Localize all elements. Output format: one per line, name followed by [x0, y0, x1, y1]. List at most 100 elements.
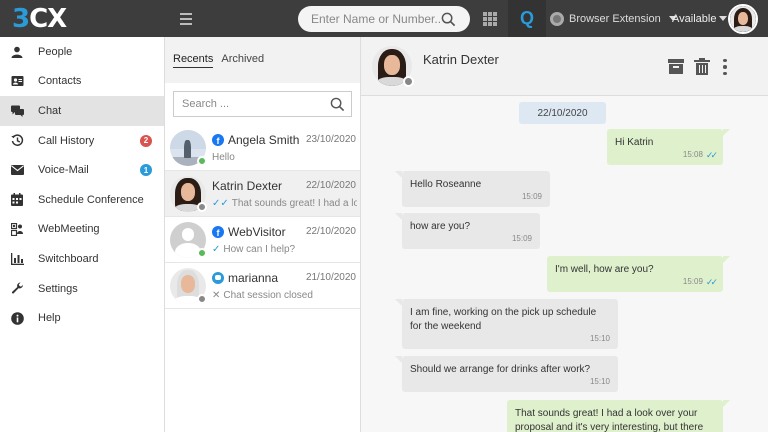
online-status-indicator — [197, 247, 207, 258]
message-time: 15:08 — [682, 150, 703, 159]
conversation-tabs: Recents Archived — [165, 37, 360, 83]
sidebar-item-settings[interactable]: Settings — [0, 274, 164, 304]
contact-card-icon — [10, 74, 24, 88]
conversation-date: 22/10/2020 — [305, 226, 356, 237]
sidebar-item-call-history[interactable]: Call History 2 — [0, 126, 164, 156]
sidebar-item-people[interactable]: People — [0, 37, 164, 67]
conversation-item-katrin-dexter[interactable]: Katrin Dexter 22/10/2020 ✓✓ That sounds g… — [165, 171, 360, 217]
contact-avatar[interactable] — [372, 46, 414, 87]
double-check-icon: ✓✓ — [212, 197, 229, 209]
sidebar-item-help[interactable]: Help — [0, 303, 164, 333]
sidebar-item-schedule-conference[interactable]: Schedule Conference — [0, 185, 164, 215]
sidebar-item-switchboard[interactable]: Switchboard — [0, 244, 164, 274]
message-bubble-incoming: I am fine, working on the pick up schedu… — [395, 299, 618, 349]
facebook-icon: f — [212, 225, 224, 238]
conversation-date: 21/10/2020 — [305, 272, 356, 283]
message-text: That sounds great! I had a look over you… — [515, 408, 704, 432]
message-bubble-outgoing: I'm well, how are you? 15:09 ✓✓ — [547, 256, 730, 292]
browser-extension-dropdown[interactable]: Browser Extension — [550, 0, 677, 37]
top-bar: 3CX Q Browser Extension Available — [0, 0, 768, 37]
message-bubble-outgoing: Hi Katrin 15:08 ✓✓ — [607, 129, 730, 165]
person-icon — [10, 45, 24, 59]
conversation-preview: That sounds great! I had a look over — [231, 197, 357, 209]
chat-bubbles-icon — [10, 104, 24, 118]
info-icon — [10, 311, 24, 325]
app-logo[interactable]: 3CX — [0, 0, 165, 37]
sidebar-item-label: Contacts — [38, 75, 82, 88]
message-text: Should we arrange for drinks after work? — [410, 364, 591, 375]
bar-chart-icon — [10, 252, 24, 266]
sidebar-item-label: Settings — [38, 282, 78, 295]
facebook-icon: f — [212, 133, 224, 146]
conversation-item-webvisitor[interactable]: f WebVisitor 22/10/2020 ✓ How can I help? — [165, 217, 360, 263]
chevron-down-icon — [719, 16, 728, 21]
message-bubble-outgoing: That sounds great! I had a look over you… — [507, 400, 730, 432]
sidebar-item-contacts[interactable]: Contacts — [0, 67, 164, 97]
status-label: Available — [672, 12, 717, 25]
search-icon[interactable] — [441, 12, 456, 27]
conversation-preview: Hello — [212, 151, 235, 163]
trash-icon[interactable] — [694, 58, 710, 75]
sidebar-item-webmeeting[interactable]: WebMeeting — [0, 215, 164, 245]
message-bubble-incoming: Should we arrange for drinks after work?… — [395, 356, 618, 392]
more-vertical-icon[interactable] — [723, 59, 727, 75]
double-check-icon: ✓✓ — [705, 277, 718, 287]
status-dropdown[interactable]: Available — [672, 0, 728, 37]
contact-name: Katrin Dexter — [423, 51, 499, 67]
message-text: I am fine, working on the pick up schedu… — [410, 307, 597, 332]
sidebar-item-label: Voice-Mail — [38, 164, 89, 177]
sidebar-item-label: Chat — [38, 104, 62, 117]
message-time: 15:09 — [682, 277, 703, 286]
webmeeting-icon — [10, 222, 24, 236]
conversation-name: Katrin Dexter — [212, 178, 283, 193]
sidebar-item-label: People — [38, 45, 73, 58]
message-bubble-incoming: how are you? 15:09 — [395, 213, 540, 249]
voice-mail-badge: 1 — [140, 164, 152, 177]
check-icon: ✓ — [212, 243, 221, 255]
chat-header: Katrin Dexter — [361, 37, 768, 96]
conversation-item-angela-smith[interactable]: f Angela Smith 23/10/2020 Hello — [165, 125, 360, 171]
chrome-icon — [550, 11, 564, 26]
call-history-badge: 2 — [140, 134, 152, 147]
away-status-indicator — [403, 76, 414, 87]
online-status-indicator — [197, 155, 207, 166]
sidebar-item-label: WebMeeting — [38, 223, 100, 236]
sidebar: People Contacts Chat Call History 2 Voic… — [0, 37, 165, 432]
chat-area: Katrin Dexter 22/10/2020 Hi Katrin 15:08… — [361, 37, 768, 432]
browser-extension-label: Browser Extension — [569, 12, 661, 25]
calendar-icon — [10, 193, 24, 207]
avatar — [170, 267, 207, 304]
message-bubble-incoming: Hello Roseanne 15:09 — [395, 171, 550, 207]
sidebar-item-chat[interactable]: Chat — [0, 96, 164, 126]
user-avatar[interactable] — [728, 4, 758, 34]
message-time: 15:09 — [511, 234, 532, 243]
top-search-box[interactable] — [298, 6, 470, 32]
dialpad-grid-icon[interactable] — [483, 12, 497, 26]
message-text: Hi Katrin — [615, 137, 654, 148]
top-search-input[interactable] — [311, 12, 441, 26]
avatar — [170, 221, 207, 258]
sidebar-item-voice-mail[interactable]: Voice-Mail 1 — [0, 155, 164, 185]
message-time: 15:09 — [521, 192, 542, 201]
message-text: how are you? — [410, 221, 471, 232]
message-time: 15:10 — [589, 334, 610, 343]
conversation-date: 23/10/2020 — [305, 134, 356, 145]
away-status-indicator — [197, 201, 207, 212]
wrench-icon — [10, 282, 24, 296]
q-button[interactable]: Q — [508, 0, 546, 37]
conversation-search-box[interactable] — [173, 91, 352, 117]
conversation-preview: How can I help? — [223, 243, 296, 255]
archive-icon[interactable] — [668, 59, 684, 75]
away-status-indicator — [197, 293, 207, 304]
search-icon[interactable] — [330, 97, 345, 112]
tab-recents[interactable]: Recents — [173, 53, 214, 68]
message-text: I'm well, how are you? — [555, 264, 654, 275]
tab-archived[interactable]: Archived — [221, 53, 264, 67]
menu-icon[interactable] — [180, 12, 220, 25]
close-icon: ✕ — [212, 289, 221, 301]
conversation-item-marianna[interactable]: marianna 21/10/2020 ✕ Chat session closed — [165, 263, 360, 309]
conversation-list-panel: Recents Archived f Angela Smith 23/10/202… — [165, 37, 361, 432]
conversation-search-input[interactable] — [182, 98, 330, 110]
webchat-icon — [212, 271, 224, 284]
sidebar-item-label: Switchboard — [38, 252, 99, 265]
